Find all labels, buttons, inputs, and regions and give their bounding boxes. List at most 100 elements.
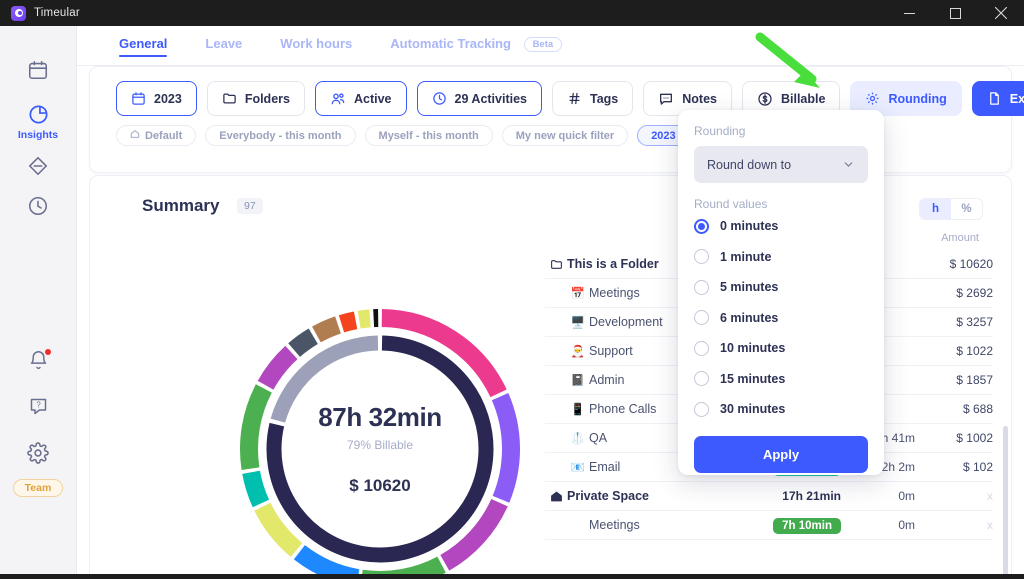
rounding-mode-value: Round down to [707,157,792,172]
folder-icon [545,258,567,271]
unit-toggle-percent[interactable]: % [951,199,982,219]
row-label-group: 🖥️ Development [545,315,663,329]
filter-notes-label: Notes [682,91,717,106]
row-name: Meetings [589,518,640,532]
radio-button[interactable] [694,279,709,295]
computer-emoji: 🖥️ [570,317,586,329]
filter-activities-button[interactable]: 29 Activities [416,81,542,116]
rounding-option-5-minutes[interactable]: 5 minutes [694,272,868,303]
filter-activities-label: 29 Activities [454,91,528,106]
row-label-group: 📅 Meetings [545,286,640,300]
radio-button[interactable] [694,310,709,326]
rounding-option-10-minutes[interactable]: 10 minutes [694,333,868,364]
phone-emoji: 📱 [570,404,586,416]
row-amount: $ 3257 [956,315,993,329]
quick-filter-my-new-quick-filter[interactable]: My new quick filter [501,125,629,146]
row-name: Admin [589,373,625,387]
filter-year-button[interactable]: 2023 [116,81,197,116]
tab-work-hours[interactable]: Work hours [280,26,352,51]
app-window: Timeular Insights ? Team General Leave W… [0,0,1024,579]
row-amount: $ 1022 [956,344,993,358]
table-row[interactable]: Meetings 7h 10min 0m x [545,511,993,540]
table-row[interactable]: Private Space 17h 21min 0m x [545,482,993,511]
filter-active-button[interactable]: Active [314,81,407,116]
unit-toggle-hours[interactable]: h [920,199,951,219]
radio-button[interactable] [694,340,709,356]
gear-icon [27,442,49,464]
radio-button[interactable] [694,218,709,234]
row-amount: $ 10620 [949,257,993,271]
row-name: Private Space [567,489,649,503]
quick-filter-myself-this-month[interactable]: Myself - this month [364,125,493,146]
quick-filter-everybody-this-month[interactable]: Everybody - this month [205,125,356,146]
sidebar-item-help[interactable]: ? [0,396,77,417]
page-title: Summary [142,196,220,215]
chevron-down-icon [842,158,855,171]
clock-icon [432,91,447,106]
rounding-option-6-minutes[interactable]: 6 minutes [694,303,868,334]
quick-filter-row: Default Everybody - this month Myself - … [116,125,738,146]
radio-button[interactable] [694,371,709,387]
round-values-label: Round values [694,197,768,211]
row-name: Meetings [589,286,640,300]
rounding-popover: Rounding Round down to Round values 0 mi… [678,110,884,475]
row-amount: $ 1857 [956,373,993,387]
row-name: Email [589,460,621,474]
maximize-icon[interactable] [932,0,978,26]
row-name: Phone Calls [589,402,657,416]
close-icon[interactable] [978,0,1024,26]
rounding-mode-select[interactable]: Round down to [694,146,868,183]
sidebar-item-tracker[interactable] [0,155,77,177]
vertical-scrollbar[interactable] [1003,426,1008,579]
rounding-option-30-minutes[interactable]: 30 minutes [694,394,868,425]
svg-text:?: ? [36,400,41,409]
quick-filter-label: My new quick filter [515,129,615,142]
sidebar-item-calendar[interactable] [0,59,77,81]
window-controls [886,0,1024,26]
row-rounded-duration: 0m [898,489,915,503]
rounding-option-15-minutes[interactable]: 15 minutes [694,364,868,395]
people-icon [330,91,346,107]
row-name: This is a Folder [567,257,659,271]
row-name: Development [589,315,663,329]
bell-icon [28,349,51,371]
tab-leave[interactable]: Leave [205,26,242,51]
rounding-option-1-minute[interactable]: 1 minute [694,242,868,273]
sidebar-item-settings[interactable] [0,442,77,464]
row-label-group: 📱 Phone Calls [545,402,657,416]
minimize-icon[interactable] [886,0,932,26]
rounding-option-label: 1 minute [720,249,772,264]
radio-button[interactable] [694,401,709,417]
apply-button[interactable]: Apply [694,435,868,473]
quick-filter-label: Myself - this month [378,129,479,142]
sidebar-item-notifications[interactable] [0,349,77,371]
sidebar-item-label: Insights [17,129,59,141]
window-title: Timeular [34,7,80,19]
row-amount: $ 688 [962,402,993,416]
tab-automatic-tracking[interactable]: Automatic Tracking Beta [390,26,563,53]
column-header-amount: Amount [941,232,979,244]
home-icon [130,129,140,142]
gear-icon [865,91,880,106]
radio-button[interactable] [694,249,709,265]
rounding-option-0-minutes[interactable]: 0 minutes [694,211,868,242]
tab-general[interactable]: General [119,26,168,57]
row-amount: $ 2692 [956,286,993,300]
row-label-group: 🎅 Support [545,344,633,358]
team-pill[interactable]: Team [12,478,64,497]
row-rounded-duration: 0m [898,518,915,532]
calendar-icon [131,91,146,106]
home-icon [545,490,567,503]
filter-tags-button[interactable]: Tags [552,81,634,116]
sidebar-item-timesheet[interactable] [0,195,77,217]
clock-icon [27,195,49,217]
rounding-option-label: 6 minutes [720,310,779,325]
quick-filter-default[interactable]: Default [116,125,197,146]
export-button[interactable]: Export [971,81,1024,116]
sidebar-item-insights[interactable]: Insights [0,103,77,141]
filter-folders-label: Folders [244,91,290,106]
support-emoji: 🎅 [570,346,586,358]
filter-folders-button[interactable]: Folders [206,81,305,116]
summary-donut-chart [240,309,520,579]
row-amount: $ 102 [962,460,993,474]
